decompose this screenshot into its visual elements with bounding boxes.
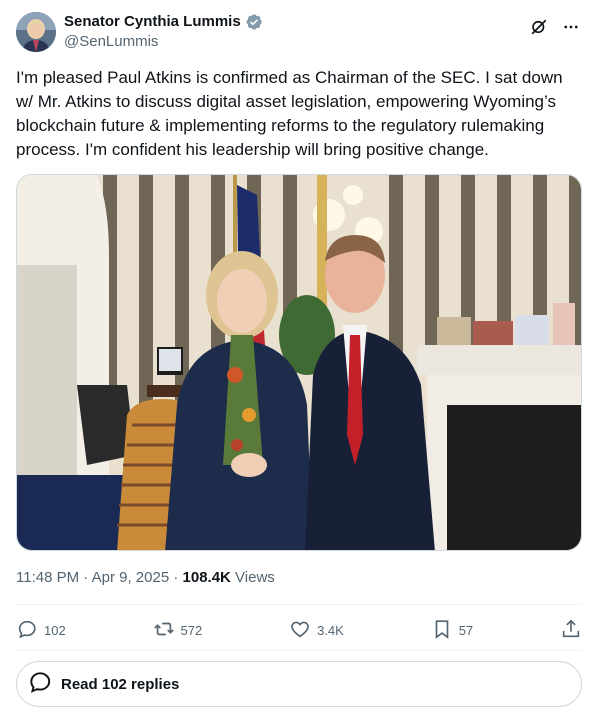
author-info: Senator Cynthia Lummis @SenLummis [64,12,263,52]
repost-icon [153,618,175,643]
divider [16,650,582,651]
grok-icon[interactable] [528,16,550,38]
bookmark-count: 57 [458,622,474,638]
repost-button[interactable]: 572 [153,618,203,643]
bookmark-button[interactable]: 57 [431,618,473,643]
reply-count: 102 [44,622,66,638]
divider [16,604,582,605]
like-button[interactable]: 3.4K [289,618,344,643]
author-display-name[interactable]: Senator Cynthia Lummis [64,12,241,32]
verified-badge-icon [245,13,263,31]
tweet-header: Senator Cynthia Lummis @SenLummis [16,12,582,54]
avatar[interactable] [16,12,56,52]
meta-separator: · [169,569,183,586]
author-handle[interactable]: @SenLummis [64,32,263,52]
tweet-photo[interactable] [16,174,582,551]
views-count: 108.4K [182,569,231,586]
read-replies-button[interactable]: Read 102 replies [16,661,582,707]
read-replies-label: Read 102 replies [61,675,180,693]
tweet-text: I'm pleased Paul Atkins is confirmed as … [16,68,563,159]
heart-icon [289,618,311,643]
share-icon [560,618,582,643]
meta-separator: · [79,569,92,586]
like-count: 3.4K [317,622,344,638]
reply-icon [16,618,38,643]
more-icon[interactable] [560,16,582,38]
views-label: Views [230,569,275,586]
tweet-meta: 11:48 PM · Apr 9, 2025 · 108.4K Views [16,568,275,588]
share-button[interactable] [560,618,582,643]
repost-count: 572 [180,622,203,638]
reply-button[interactable]: 102 [16,618,66,643]
action-bar: 102 572 3.4K 57 [16,616,582,644]
bookmark-icon [431,618,453,643]
tweet-time[interactable]: 11:48 PM [16,569,79,586]
tweet-date[interactable]: Apr 9, 2025 [92,569,170,586]
reply-bubble-icon [27,669,53,699]
